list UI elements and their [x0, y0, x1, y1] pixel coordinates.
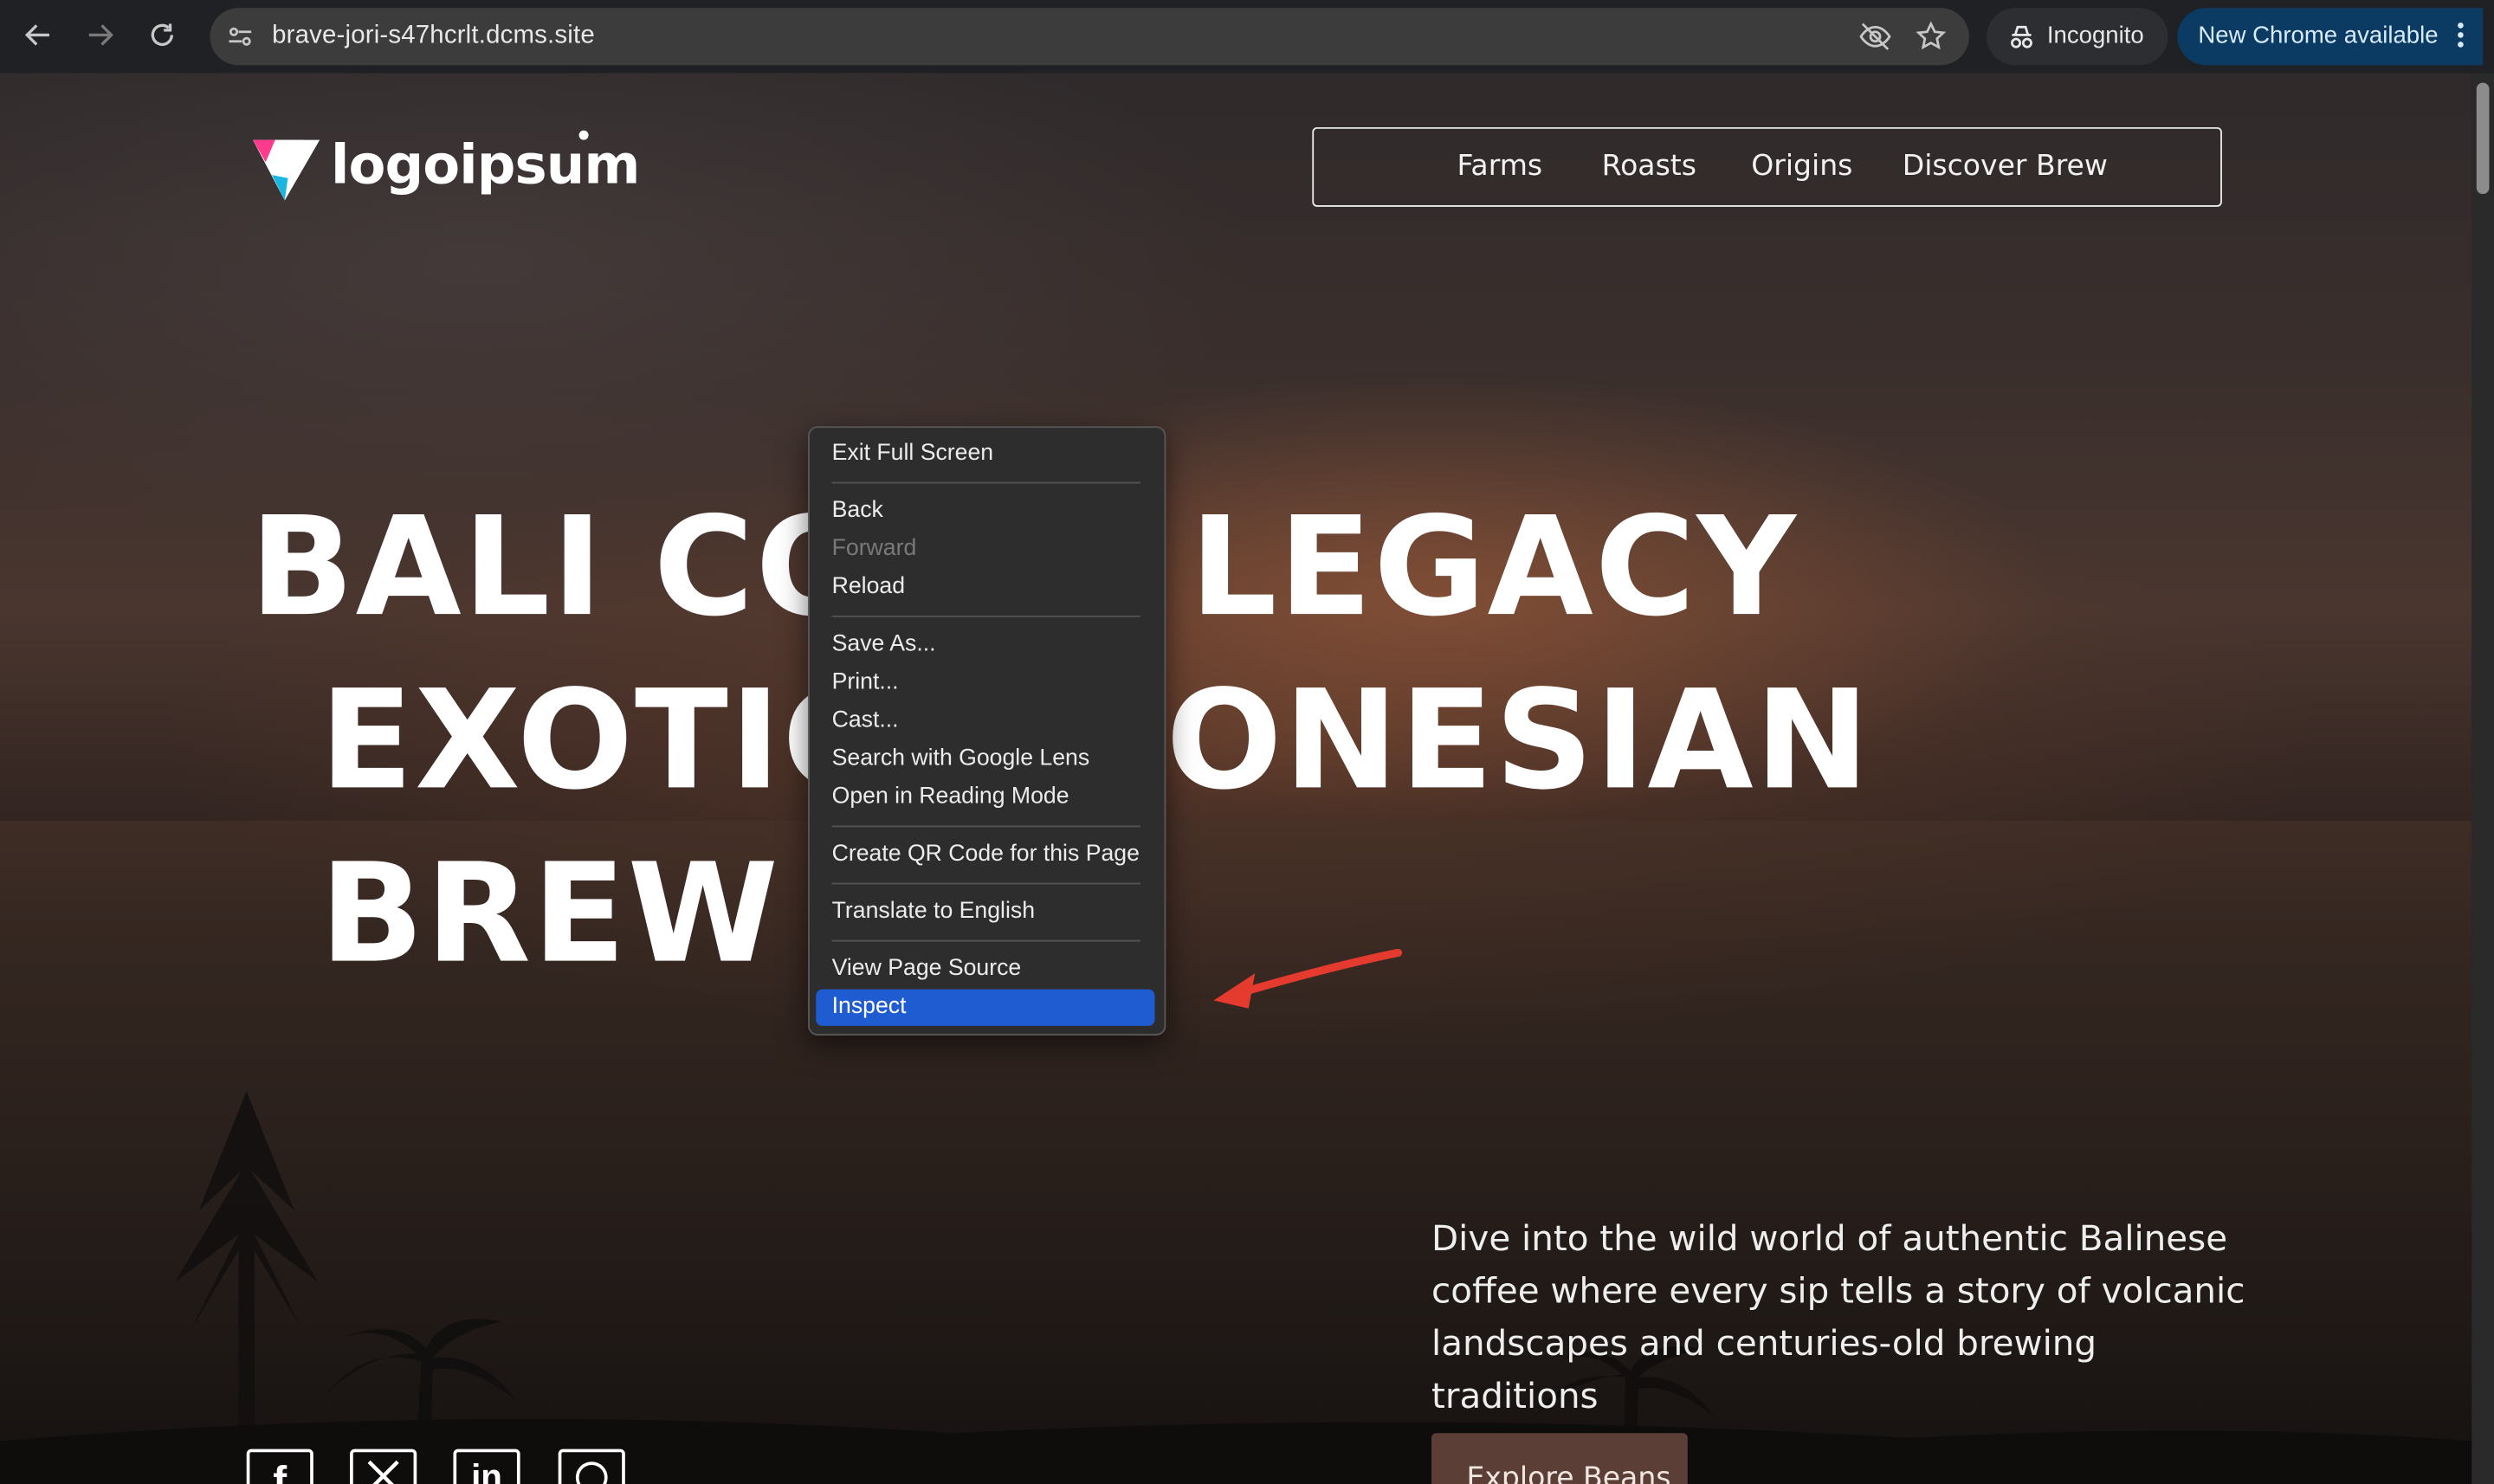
menu-item-search-with-google-lens[interactable]: Search with Google Lens	[816, 741, 1154, 777]
menu-item-forward: Forward	[831, 536, 917, 562]
new-chrome-available-button[interactable]: New Chrome available	[2177, 8, 2484, 66]
incognito-indicator[interactable]: Incognito	[1987, 8, 2168, 66]
nav-link-discover-brew[interactable]: Discover Brew	[1903, 150, 2108, 184]
site-settings-icon[interactable]	[224, 21, 256, 61]
menu-item-translate[interactable]: Translate to English	[816, 894, 1154, 930]
menu-separator	[831, 481, 1140, 484]
menu-item-exit-full-screen[interactable]: Exit Full Screen	[816, 436, 1154, 472]
logo-dot	[578, 130, 589, 140]
logo-text: logoipsum	[331, 133, 640, 197]
nav-link-roasts[interactable]: Roasts	[1602, 150, 1696, 184]
address-bar[interactable]: brave-jori-s47hcrlt.dcms.site	[210, 8, 1969, 66]
menu-item-back[interactable]: Back	[816, 493, 1154, 529]
hero-heading-line-3: BREW	[320, 835, 780, 995]
menu-separator	[831, 882, 1140, 885]
context-menu: Exit Full Screen Back Forward Reload Sav…	[808, 426, 1166, 1036]
page-scrollbar[interactable]	[2471, 73, 2494, 1484]
logo-mark-icon	[253, 139, 320, 201]
incognito-icon	[2006, 21, 2038, 59]
hero-description: Dive into the wild world of authentic Ba…	[1431, 1220, 2245, 1417]
top-navigation: Farms Roasts Origins Discover Brew	[1312, 126, 2222, 207]
more-vert-icon[interactable]	[2454, 17, 2467, 59]
menu-item-save-as[interactable]: Save As...	[816, 627, 1154, 663]
hero-heading-line-2b: ONESIAN	[1166, 661, 1871, 821]
arrow-right-icon	[88, 24, 113, 46]
arrow-left-icon	[24, 24, 49, 46]
back-button[interactable]	[15, 11, 62, 59]
linkedin-icon[interactable]: in	[453, 1449, 520, 1484]
explore-beans-button[interactable]: Explore Beans	[1431, 1433, 1688, 1484]
whatsapp-icon[interactable]	[558, 1449, 625, 1484]
nav-link-origins[interactable]: Origins	[1751, 150, 1852, 184]
menu-item-reload[interactable]: Reload	[816, 570, 1154, 606]
menu-separator	[831, 615, 1140, 617]
url-text[interactable]: brave-jori-s47hcrlt.dcms.site	[272, 23, 595, 51]
hero-heading-line-2a: EXOTIC	[320, 661, 884, 821]
menu-separator	[831, 939, 1140, 942]
menu-item-create-qr-code[interactable]: Create QR Code for this Page	[816, 836, 1154, 873]
menu-item-print[interactable]: Print...	[816, 665, 1154, 701]
reload-icon	[151, 23, 174, 47]
menu-separator	[831, 825, 1140, 828]
menu-item-cast[interactable]: Cast...	[816, 703, 1154, 739]
browser-toolbar: brave-jori-s47hcrlt.dcms.site Incognito …	[0, 0, 2494, 74]
reload-button[interactable]	[139, 11, 186, 59]
bookmark-star-icon[interactable]	[1915, 21, 1947, 61]
scrollbar-thumb[interactable]	[2476, 82, 2490, 195]
explore-beans-label: Explore Beans	[1466, 1461, 1671, 1484]
x-icon[interactable]	[350, 1449, 417, 1484]
hero-heading-line-1b: LEGACY	[1189, 487, 1798, 648]
eye-off-icon[interactable]	[1858, 21, 1892, 61]
hero-heading-line-1a: BALI CO	[249, 487, 874, 648]
incognito-label: Incognito	[2046, 22, 2144, 49]
forward-button[interactable]	[76, 11, 124, 59]
update-label: New Chrome available	[2198, 22, 2439, 49]
facebook-icon[interactable]: f	[246, 1449, 313, 1484]
web-page: logoipsum Farms Roasts Origins Discover …	[0, 73, 2472, 1484]
annotation-arrow-icon	[1213, 948, 1403, 1009]
menu-item-open-in-reading-mode[interactable]: Open in Reading Mode	[816, 779, 1154, 816]
menu-item-inspect[interactable]: Inspect	[816, 989, 1155, 1026]
menu-item-view-page-source[interactable]: View Page Source	[816, 952, 1154, 988]
nav-link-farms[interactable]: Farms	[1457, 150, 1542, 184]
